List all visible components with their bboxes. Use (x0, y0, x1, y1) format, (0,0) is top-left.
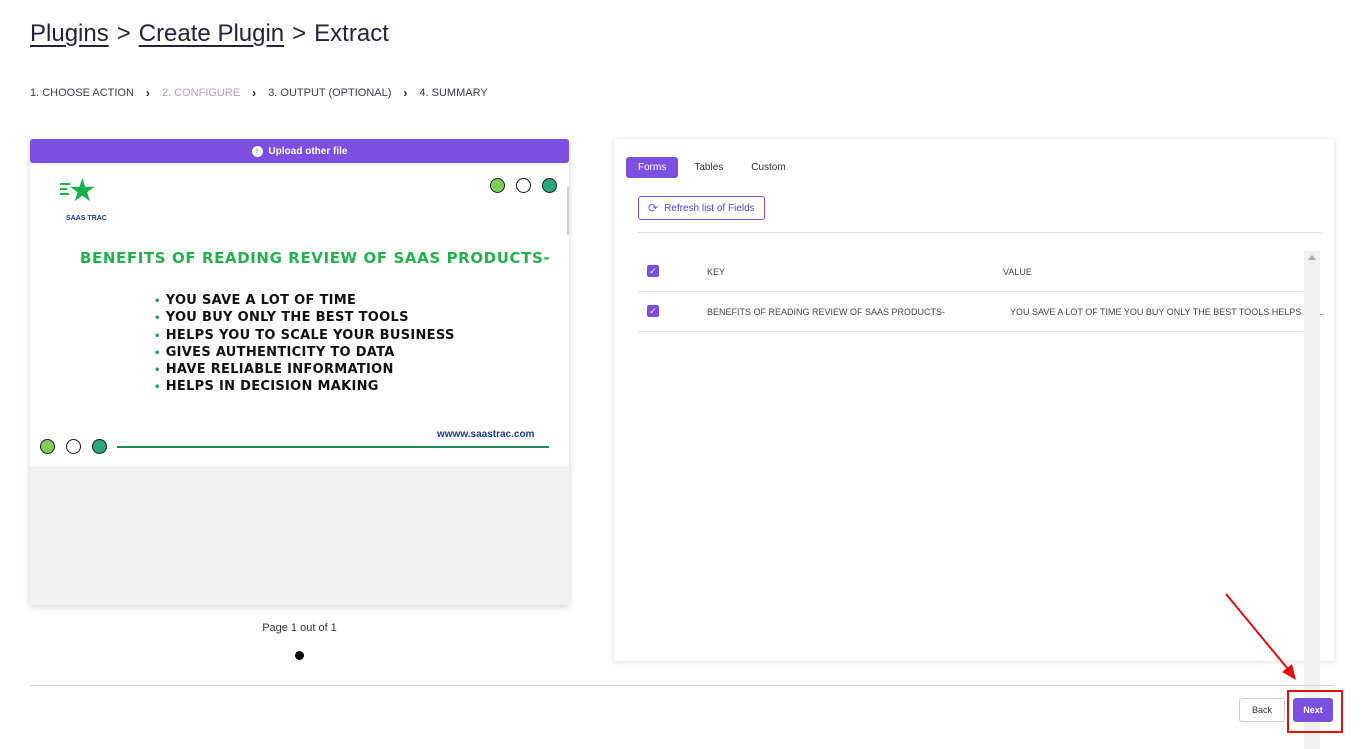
breadcrumb-separator: > (292, 20, 307, 47)
decorative-circle-green (40, 439, 55, 454)
pagination-dot[interactable] (295, 651, 304, 660)
page-edge (567, 187, 569, 235)
tab-tables[interactable]: Tables (682, 157, 735, 178)
step-summary[interactable]: 4. SUMMARY (419, 87, 487, 99)
stepper: 1. CHOOSE ACTION › 2. CONFIGURE › 3. OUT… (30, 86, 488, 100)
list-item: • GIVES AUTHENTICITY TO DATA (154, 344, 395, 360)
list-item: • YOU BUY ONLY THE BEST TOOLS (154, 310, 409, 326)
decorative-circle-teal (542, 178, 557, 193)
page-indicator: Page 1 out of 1 (262, 622, 337, 634)
table-header-row: ✓ KEY VALUE (638, 252, 1303, 292)
breadcrumb: Plugins > Create Plugin > Extract (30, 20, 389, 48)
tab-custom[interactable]: Custom (739, 157, 797, 178)
select-all-checkbox[interactable]: ✓ (647, 265, 659, 277)
slide-divider-line (117, 446, 549, 448)
breadcrumb-current: Extract (314, 20, 389, 47)
divider (638, 232, 1321, 233)
back-button[interactable]: Back (1239, 698, 1285, 722)
chevron-right-icon: › (252, 86, 257, 100)
row-value: YOU SAVE A LOT OF TIME YOU BUY ONLY THE … (1010, 307, 1325, 317)
decorative-circle-teal (92, 439, 107, 454)
annotation-arrow-icon (1225, 593, 1296, 680)
refresh-fields-button[interactable]: ⟳ Refresh list of Fields (638, 196, 765, 220)
column-header-key: KEY (707, 267, 726, 277)
row-checkbox[interactable]: ✓ (647, 305, 659, 317)
refresh-button-label: Refresh list of Fields (664, 202, 755, 214)
document-page: ★ SAAS TRAC BENEFITS OF READING REVIEW O… (30, 165, 569, 466)
star-icon: ★ (68, 172, 97, 208)
tab-bar: Forms Tables Custom (626, 157, 798, 178)
slide-bullet-list: • YOU SAVE A LOT OF TIME • YOU BUY ONLY TH… (154, 293, 455, 397)
table-row[interactable]: ✓ BENEFITS OF READING REVIEW OF SAAS PRO… (638, 292, 1324, 332)
document-preview-panel: ↑ Upload other file ★ SAAS TRAC BENEFITS… (30, 139, 569, 605)
tab-forms[interactable]: Forms (626, 157, 679, 178)
annotation-highlight-box (1287, 690, 1343, 733)
list-item: • HELPS YOU TO SCALE YOUR BUSINESS (154, 327, 455, 343)
chevron-right-icon: › (403, 86, 408, 100)
upload-other-file-button[interactable]: ↑ Upload other file (30, 139, 569, 163)
slide-website: wwww.saastrac.com (437, 429, 535, 440)
saastrac-logo: ★ SAAS TRAC (60, 172, 110, 222)
breadcrumb-plugins-link[interactable]: Plugins (30, 20, 109, 47)
decorative-circle-white (516, 178, 531, 193)
upload-button-label: Upload other file (268, 145, 348, 157)
list-item: • YOU SAVE A LOT OF TIME (154, 293, 357, 308)
step-output[interactable]: 3. OUTPUT (OPTIONAL) (268, 87, 391, 99)
decorative-circle-white (66, 439, 81, 454)
step-configure[interactable]: 2. CONFIGURE (162, 87, 240, 99)
breadcrumb-separator: > (116, 20, 131, 47)
upload-arrow-icon: ↑ (251, 145, 263, 157)
step-choose-action[interactable]: 1. CHOOSE ACTION (30, 87, 134, 99)
fields-table: ✓ KEY VALUE ✓ BENEFITS OF READING REVIEW… (638, 252, 1324, 332)
fields-panel: Forms Tables Custom ⟳ Refresh list of Fi… (614, 139, 1334, 661)
list-item: • HELPS IN DECISION MAKING (154, 379, 379, 395)
footer-divider (30, 685, 1334, 686)
slide-title: BENEFITS OF READING REVIEW OF SAAS PRODU… (80, 249, 551, 267)
breadcrumb-create-plugin-link[interactable]: Create Plugin (139, 20, 284, 47)
scroll-up-arrow-icon[interactable] (1308, 255, 1316, 260)
logo-text: SAAS TRAC (66, 215, 107, 222)
decorative-circle-green (490, 178, 505, 193)
chevron-right-icon: › (145, 86, 150, 100)
row-key: BENEFITS OF READING REVIEW OF SAAS PRODU… (707, 307, 946, 317)
list-item: • HAVE RELIABLE INFORMATION (154, 362, 394, 378)
refresh-icon: ⟳ (648, 201, 659, 215)
column-header-value: VALUE (1003, 267, 1032, 277)
